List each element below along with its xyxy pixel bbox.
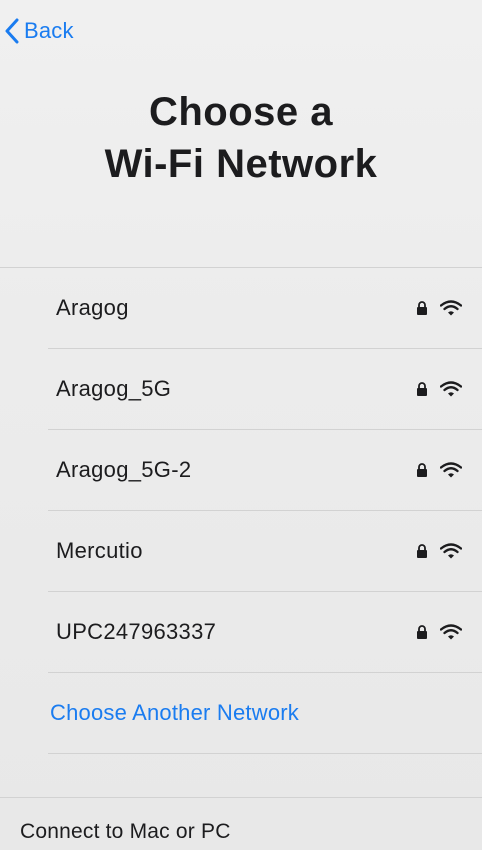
wifi-icon [440, 624, 462, 640]
lock-icon [417, 544, 427, 558]
wifi-icon [440, 543, 462, 559]
network-row-upc247963337[interactable]: UPC247963337 [48, 592, 482, 673]
choose-another-network-label: Choose Another Network [50, 700, 299, 725]
network-row-aragog[interactable]: Aragog [48, 268, 482, 349]
connect-to-mac-button[interactable]: Connect to Mac or PC [0, 797, 482, 850]
network-row-mercutio[interactable]: Mercutio [48, 511, 482, 592]
back-button-label: Back [24, 18, 74, 43]
chevron-left-icon [5, 18, 19, 44]
network-name: UPC247963337 [56, 619, 217, 644]
choose-another-network-button[interactable]: Choose Another Network [48, 673, 482, 754]
wifi-setup-screen: Back Choose a Wi-Fi Network Aragog Arago… [0, 0, 482, 850]
network-name: Aragog [56, 295, 129, 320]
network-name: Mercutio [56, 538, 143, 563]
wifi-icon [440, 462, 462, 478]
connect-to-mac-label: Connect to Mac or PC [20, 820, 231, 843]
lock-icon [417, 301, 427, 315]
page-title: Choose a Wi-Fi Network [0, 86, 482, 190]
lock-icon [417, 382, 427, 396]
lock-icon [417, 625, 427, 639]
network-row-aragog-5g[interactable]: Aragog_5G [48, 349, 482, 430]
network-list: Aragog Aragog_5G Aragog_5G-2 Mercutio UP… [0, 267, 482, 754]
page-title-line-2: Wi-Fi Network [104, 142, 378, 186]
lock-icon [417, 463, 427, 477]
network-name: Aragog_5G-2 [56, 457, 192, 482]
network-name: Aragog_5G [56, 376, 172, 401]
wifi-icon [440, 300, 462, 316]
network-row-aragog-5g-2[interactable]: Aragog_5G-2 [48, 430, 482, 511]
wifi-icon [440, 381, 462, 397]
back-button[interactable]: Back [4, 18, 74, 44]
page-title-line-1: Choose a [148, 90, 334, 134]
